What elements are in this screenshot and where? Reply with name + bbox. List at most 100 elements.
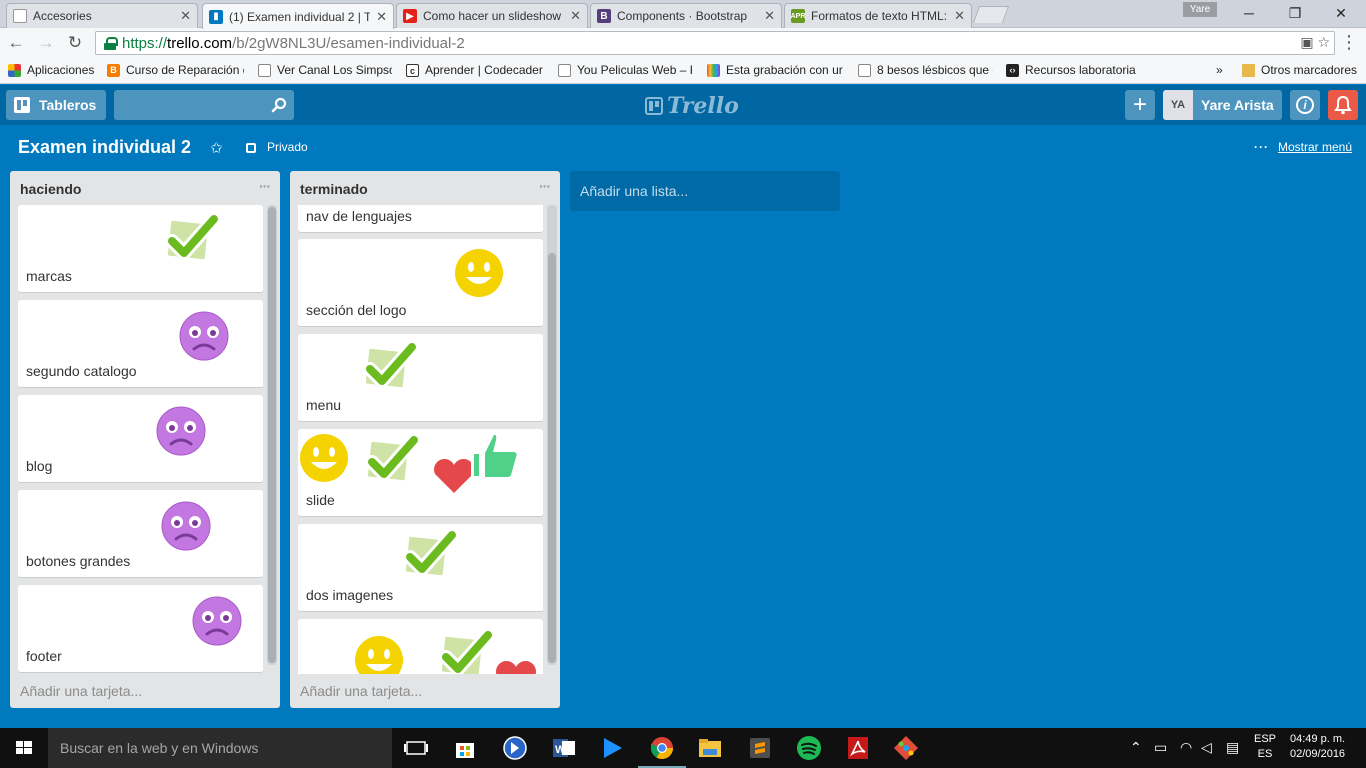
info-icon: i: [1296, 96, 1314, 114]
list-menu-icon[interactable]: ···: [259, 178, 271, 194]
bookmarks-overflow[interactable]: »: [1216, 63, 1223, 77]
volume-icon[interactable]: ◁: [1201, 739, 1212, 756]
user-name: Yare Arista: [1201, 97, 1274, 113]
card-marcas[interactable]: marcas: [18, 205, 263, 293]
bookmark-grabacion[interactable]: Esta grabación con ur: [707, 63, 843, 77]
store-icon[interactable]: [449, 732, 481, 764]
card-menu[interactable]: menu: [298, 334, 543, 422]
app-icon[interactable]: [499, 732, 531, 764]
word-icon[interactable]: W: [548, 732, 580, 764]
bookmark-codecademy[interactable]: c Aprender | Codecader: [406, 63, 543, 77]
card-nav-de-lenguajes[interactable]: nav de lenguajes: [298, 205, 543, 233]
close-icon[interactable]: ✕: [376, 9, 387, 25]
bookmark-star-icon[interactable]: ☆: [1317, 34, 1330, 50]
bookmark-recursos[interactable]: ‹› Recursos laboratoria: [1006, 63, 1141, 77]
url-path: /b/2gW8NL3U/esamen-individual-2: [232, 34, 465, 52]
card-segundo-catalogo[interactable]: segundo catalogo: [18, 300, 263, 388]
add-button[interactable]: +: [1125, 90, 1155, 120]
translate-icon[interactable]: ▣: [1300, 34, 1313, 50]
card-blog[interactable]: blog: [18, 395, 263, 483]
card-stickers-only[interactable]: [298, 619, 543, 674]
system-clock[interactable]: 04:49 p. m. 02/09/2016: [1290, 732, 1345, 762]
start-button[interactable]: [0, 728, 48, 768]
add-list-button[interactable]: Añadir una lista...: [570, 171, 840, 211]
other-bookmarks[interactable]: Otros marcadores: [1242, 63, 1357, 77]
bookmark-label: You Peliculas Web – P: [577, 63, 692, 77]
back-icon[interactable]: ←: [6, 33, 26, 53]
clock-time: 04:49 p. m.: [1290, 733, 1346, 745]
file-explorer-icon[interactable]: [694, 732, 726, 764]
wifi-icon[interactable]: ◠: [1180, 739, 1192, 756]
trello-logo[interactable]: Trello: [645, 93, 739, 119]
close-icon[interactable]: ✕: [180, 8, 191, 24]
spotify-icon[interactable]: [793, 732, 825, 764]
taskbar-search-box[interactable]: Buscar en la web y en Windows: [48, 728, 392, 768]
list-scrollbar[interactable]: [267, 205, 277, 665]
list-title[interactable]: haciendo: [20, 181, 81, 197]
media-player-icon[interactable]: [596, 732, 628, 764]
card-botones-grandes[interactable]: botones grandes: [18, 490, 263, 578]
list-scrollbar[interactable]: [547, 205, 557, 665]
card-seccion-del-logo[interactable]: sección del logo: [298, 239, 543, 327]
acrobat-icon[interactable]: [842, 732, 874, 764]
check-sticker-icon: [360, 432, 424, 495]
bookmark-curso[interactable]: B Curso de Reparación d: [107, 63, 244, 77]
board-search-input[interactable]: [114, 90, 294, 120]
new-tab-button[interactable]: [972, 6, 1010, 23]
clock-date: 02/09/2016: [1290, 748, 1346, 760]
bookmark-simpsons[interactable]: Ver Canal Los Simpsor: [258, 63, 392, 77]
git-icon[interactable]: [890, 732, 922, 764]
boards-icon: [14, 97, 30, 113]
lock-icon: [246, 143, 256, 153]
notifications-button[interactable]: [1328, 90, 1358, 120]
browser-tab-formatos[interactable]: APR Formatos de texto HTML: ✕: [784, 3, 972, 28]
close-icon[interactable]: ✕: [570, 8, 581, 24]
frown-sticker-icon: [174, 306, 234, 371]
board-title[interactable]: Examen individual 2: [18, 137, 191, 158]
url-bar[interactable]: https://trello.com/b/2gW8NL3U/esamen-ind…: [95, 31, 1335, 55]
card-footer[interactable]: footer: [18, 585, 263, 673]
browser-tab-accesories[interactable]: Accesories ✕: [6, 3, 198, 28]
scroll-thumb[interactable]: [268, 207, 276, 663]
add-card-link[interactable]: Añadir una tarjeta...: [300, 683, 422, 699]
close-window-icon[interactable]: ✕: [1330, 4, 1352, 22]
sublime-icon[interactable]: [744, 732, 776, 764]
privacy-button[interactable]: Privado: [246, 140, 308, 154]
chrome-icon[interactable]: [638, 732, 686, 768]
notifications-tray-icon[interactable]: ▤: [1226, 739, 1239, 756]
bookmark-besos[interactable]: 8 besos lésbicos que c: [858, 63, 993, 77]
close-icon[interactable]: ✕: [764, 8, 775, 24]
privacy-label: Privado: [267, 140, 308, 154]
profile-button[interactable]: Yare: [1183, 2, 1217, 17]
bookmark-aplicaciones[interactable]: Aplicaciones: [8, 63, 98, 77]
lock-icon: [104, 36, 118, 50]
browser-tab-trello[interactable]: ▮ (1) Examen individual 2 | T ✕: [202, 3, 394, 29]
close-icon[interactable]: ✕: [954, 8, 965, 24]
battery-icon[interactable]: ▭: [1154, 739, 1167, 756]
chevron-up-icon[interactable]: ⌃: [1130, 739, 1142, 756]
task-view-icon[interactable]: [400, 732, 432, 764]
bookmark-label: Esta grabación con ur: [726, 63, 843, 77]
language-indicator[interactable]: ESP ES: [1254, 732, 1276, 762]
star-icon[interactable]: ✩: [210, 139, 223, 157]
show-menu-link[interactable]: ··· Mostrar menú: [1254, 140, 1352, 154]
member-menu-button[interactable]: YA Yare Arista: [1163, 90, 1282, 120]
list-title[interactable]: terminado: [300, 181, 368, 197]
browser-tab-youtube[interactable]: ▶ Como hacer un slideshow ✕: [396, 3, 588, 28]
card-slide[interactable]: slide: [298, 429, 543, 517]
scroll-thumb[interactable]: [548, 253, 556, 663]
browser-menu-icon[interactable]: ⋮: [1340, 32, 1358, 53]
search-icon[interactable]: [271, 97, 287, 113]
add-card-link[interactable]: Añadir una tarjeta...: [20, 683, 142, 699]
boards-button[interactable]: Tableros: [6, 90, 106, 120]
minimize-icon[interactable]: ─: [1238, 4, 1260, 22]
card-dos-imagenes[interactable]: dos imagenes: [298, 524, 543, 612]
reload-icon[interactable]: ↻: [65, 33, 85, 53]
restore-icon[interactable]: ❐: [1284, 4, 1306, 22]
list-menu-icon[interactable]: ···: [539, 178, 551, 194]
browser-tab-bootstrap[interactable]: B Components · Bootstrap ✕: [590, 3, 782, 28]
bookmark-peliculas[interactable]: You Peliculas Web – P: [558, 63, 692, 77]
info-button[interactable]: i: [1290, 90, 1320, 120]
forward-icon[interactable]: →: [36, 33, 56, 53]
page-icon: [558, 63, 571, 77]
